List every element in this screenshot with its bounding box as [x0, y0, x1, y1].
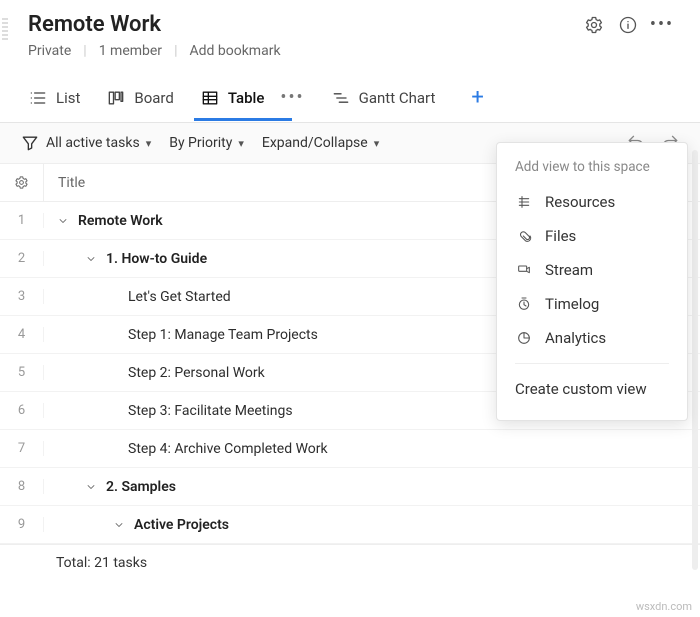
menu-separator	[515, 363, 669, 364]
row-number: 1	[0, 213, 44, 228]
sort-label: By Priority	[169, 135, 232, 151]
table-row[interactable]: 8 2. Samples	[0, 468, 700, 506]
menu-item-label: Stream	[545, 261, 593, 279]
row-label: 1. How-to Guide	[106, 251, 207, 267]
row-number: 6	[0, 403, 44, 418]
chevron-down-icon[interactable]	[84, 252, 98, 266]
row-number: 5	[0, 365, 44, 380]
row-label: Remote Work	[78, 213, 163, 229]
add-bookmark-link[interactable]: Add bookmark	[189, 43, 280, 59]
row-cell: 2. Samples	[44, 479, 700, 495]
filter-dropdown[interactable]: All active tasks ▾	[20, 133, 151, 153]
menu-item-resources[interactable]: Resources	[497, 185, 687, 219]
row-label: Step 3: Facilitate Meetings	[128, 403, 293, 419]
expand-label: Expand/Collapse	[262, 135, 368, 151]
row-label: 2. Samples	[106, 479, 176, 495]
row-label: Active Projects	[134, 517, 229, 533]
menu-item-files[interactable]: Files	[497, 219, 687, 253]
add-view-button[interactable]: +	[471, 85, 483, 122]
total-row: Total: 21 tasks	[0, 544, 700, 581]
chevron-down-icon: ▾	[374, 137, 380, 150]
gantt-icon	[331, 88, 351, 108]
menu-hint: Add view to this space	[497, 155, 687, 185]
row-cell: Step 4: Archive Completed Work	[44, 441, 700, 457]
menu-item-create-custom[interactable]: Create custom view	[497, 372, 687, 406]
tab-label: Gantt Chart	[359, 89, 436, 107]
row-number: 3	[0, 289, 44, 304]
tab-board[interactable]: Board	[106, 88, 173, 120]
add-view-menu: Add view to this space Resources Files Str…	[496, 142, 688, 421]
privacy-label[interactable]: Private	[28, 43, 71, 59]
chevron-down-icon[interactable]	[112, 518, 126, 532]
row-number: 7	[0, 441, 44, 456]
tab-more-icon[interactable]: •••	[280, 87, 304, 120]
timelog-icon	[515, 295, 533, 313]
table-row[interactable]: 9 Active Projects	[0, 506, 700, 544]
menu-item-timelog[interactable]: Timelog	[497, 287, 687, 321]
page-header: Remote Work ••• Private | 1 member | Add…	[0, 0, 700, 63]
view-tabs: List Board Table ••• Gantt Chart +	[0, 63, 700, 123]
row-settings-gear-icon[interactable]	[0, 164, 44, 201]
watermark: wsxdn.com	[636, 600, 692, 613]
members-label[interactable]: 1 member	[99, 43, 162, 59]
tab-label: Table	[228, 89, 265, 107]
menu-item-label: Analytics	[545, 329, 606, 347]
tab-label: List	[56, 89, 80, 107]
menu-item-label: Timelog	[545, 295, 599, 313]
resources-icon	[515, 193, 533, 211]
table-icon	[200, 88, 220, 108]
filter-label: All active tasks	[46, 135, 140, 151]
column-header-title[interactable]: Title	[44, 175, 85, 191]
tab-list[interactable]: List	[28, 88, 80, 120]
analytics-icon	[515, 329, 533, 347]
tab-gantt[interactable]: Gantt Chart	[331, 88, 436, 120]
more-menu-icon[interactable]: •••	[652, 15, 672, 35]
chevron-down-icon[interactable]	[56, 214, 70, 228]
sort-dropdown[interactable]: By Priority ▾	[169, 135, 244, 151]
menu-item-analytics[interactable]: Analytics	[497, 321, 687, 355]
chevron-down-icon[interactable]	[84, 480, 98, 494]
board-icon	[106, 88, 126, 108]
menu-item-label: Files	[545, 227, 576, 245]
stream-icon	[515, 261, 533, 279]
row-cell: Active Projects	[44, 517, 700, 533]
separator: |	[174, 43, 177, 59]
row-label: Let's Get Started	[128, 289, 231, 305]
chevron-down-icon: ▾	[146, 137, 152, 150]
row-label: Step 4: Archive Completed Work	[128, 441, 328, 457]
settings-gear-icon[interactable]	[584, 15, 604, 35]
menu-item-label: Create custom view	[515, 380, 647, 398]
info-icon[interactable]	[618, 15, 638, 35]
row-number: 2	[0, 251, 44, 266]
row-label: Step 2: Personal Work	[128, 365, 265, 381]
page-title: Remote Work	[28, 12, 161, 37]
separator: |	[83, 43, 86, 59]
tab-table[interactable]: Table	[200, 88, 265, 120]
row-number: 8	[0, 479, 44, 494]
filter-icon	[20, 133, 40, 153]
menu-item-label: Resources	[545, 193, 615, 211]
menu-item-stream[interactable]: Stream	[497, 253, 687, 287]
tab-label: Board	[134, 89, 173, 107]
table-row[interactable]: 7 Step 4: Archive Completed Work	[0, 430, 700, 468]
chevron-down-icon: ▾	[238, 137, 244, 150]
row-number: 9	[0, 517, 44, 532]
row-number: 4	[0, 327, 44, 342]
vertical-scrollbar[interactable]	[692, 150, 698, 570]
row-label: Step 1: Manage Team Projects	[128, 327, 318, 343]
expand-dropdown[interactable]: Expand/Collapse ▾	[262, 135, 379, 151]
list-icon	[28, 88, 48, 108]
drag-handle[interactable]	[2, 16, 8, 40]
files-icon	[515, 227, 533, 245]
